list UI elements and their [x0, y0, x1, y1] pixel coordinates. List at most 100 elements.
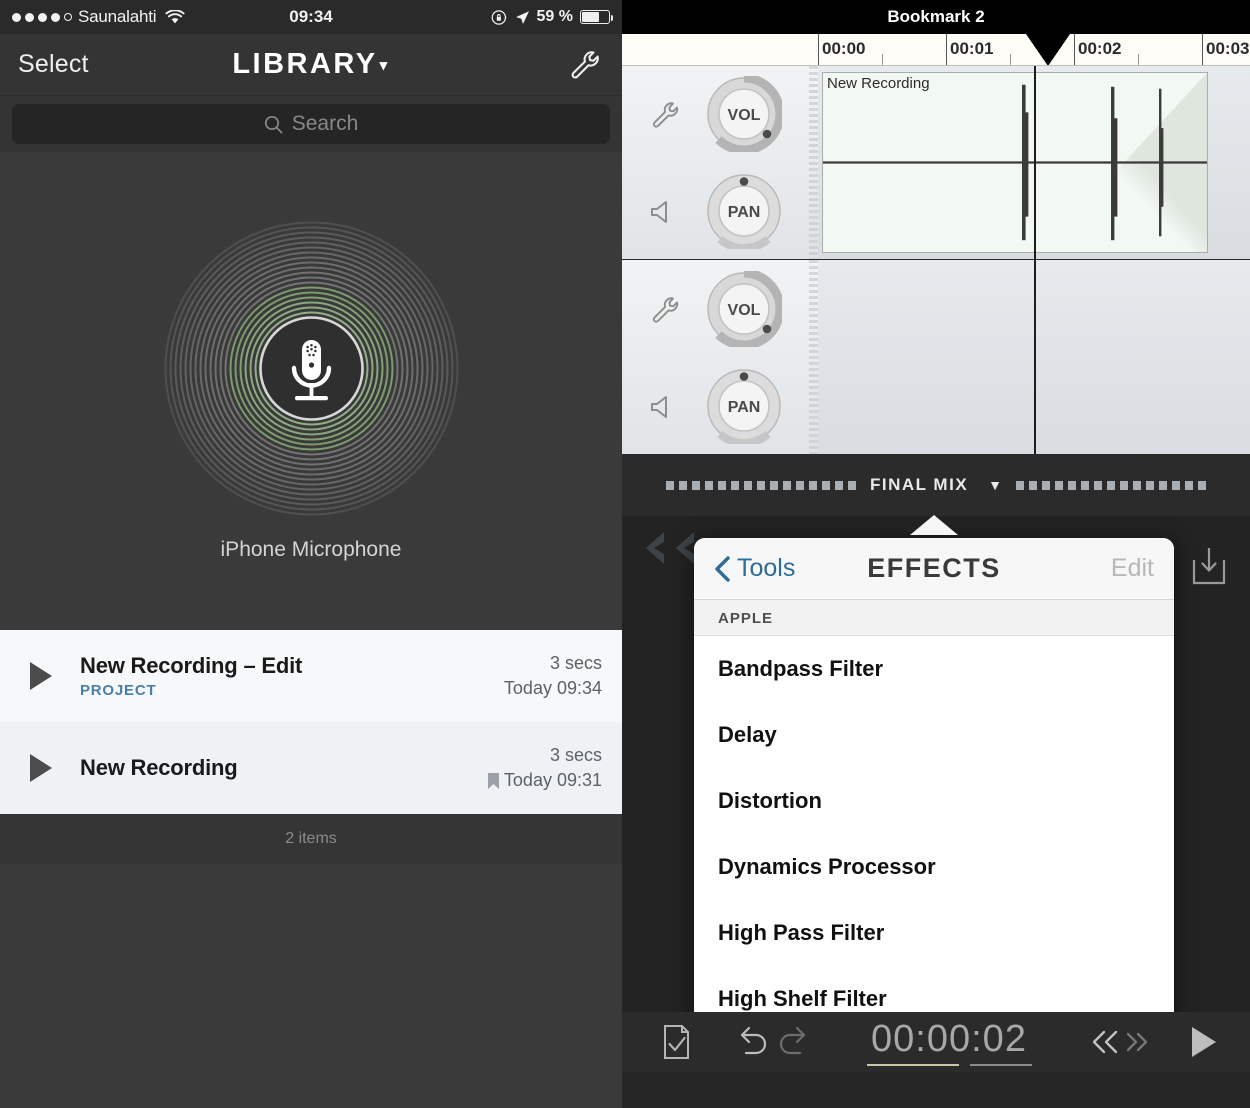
- timeline-ruler[interactable]: 00:00 00:01 00:02 00:03: [622, 34, 1250, 66]
- search-input[interactable]: Search: [12, 104, 610, 144]
- download-icon[interactable]: [1190, 546, 1228, 586]
- mix-dashes-left: [665, 480, 856, 490]
- vinyl-disc-graphic[interactable]: [164, 221, 459, 516]
- back-button[interactable]: Tools: [714, 554, 795, 583]
- effect-list-item[interactable]: Distortion: [694, 768, 1174, 834]
- rewind-forward-group[interactable]: [1090, 1026, 1152, 1058]
- speaker-icon[interactable]: [644, 386, 684, 426]
- chevron-left-icon: [714, 555, 731, 582]
- bookmark-icon: [487, 772, 499, 789]
- list-item-text: New Recording – Edit PROJECT: [80, 653, 302, 699]
- list-item[interactable]: New Recording 3 secs Today 09:31: [0, 722, 622, 814]
- volume-knob[interactable]: VOL: [706, 73, 785, 155]
- track-resize-handle[interactable]: [809, 66, 818, 259]
- playhead-marker[interactable]: [1026, 34, 1070, 65]
- recordings-list: New Recording – Edit PROJECT 3 secs Toda…: [0, 630, 622, 814]
- rewind-icon: [1092, 1030, 1118, 1054]
- track-controls: VOL PAN: [622, 260, 818, 454]
- track-lane[interactable]: New Recording: [818, 66, 1250, 259]
- timecode-underline-active: [866, 1064, 959, 1066]
- ruler-label: 00:02: [1078, 39, 1122, 58]
- redo-icon: [779, 1026, 806, 1055]
- garageband-panel: Bookmark 2 00:00 00:01 00:02 00:03 VOL P…: [622, 0, 1250, 1108]
- track-pan-row: PAN: [622, 357, 809, 454]
- chevron-down-icon[interactable]: ▼: [988, 477, 1002, 493]
- undo-icon: [740, 1026, 767, 1055]
- recording-date-wrap: Today 09:34: [504, 678, 602, 699]
- timecode-underline-inactive: [969, 1064, 1032, 1066]
- track-row: VOL: [622, 66, 1250, 260]
- track-vol-row: VOL: [622, 66, 809, 163]
- search-icon: [264, 115, 283, 134]
- volume-knob-label: VOL: [728, 302, 761, 319]
- effect-list-item[interactable]: Dynamics Processor: [694, 834, 1174, 900]
- input-device-label: iPhone Microphone: [220, 537, 402, 561]
- effects-popover: Tools EFFECTS Edit APPLE Bandpass Filter…: [694, 538, 1174, 1048]
- track-area: VOL PAN New Recording VOL PAN: [622, 66, 1250, 454]
- effect-list-item[interactable]: Delay: [694, 702, 1174, 768]
- region-name-label: New Recording: [827, 75, 930, 92]
- popover-arrow: [910, 515, 958, 535]
- input-device-display: iPhone Microphone: [0, 152, 622, 630]
- wrench-icon[interactable]: [644, 289, 684, 329]
- final-mix-bar[interactable]: FINAL MIX ▼: [622, 454, 1250, 516]
- wrench-icon[interactable]: [564, 45, 604, 85]
- edit-button[interactable]: Edit: [1111, 554, 1154, 583]
- status-bar-right: 59 %: [491, 8, 613, 26]
- ruler-label: 00:00: [822, 39, 866, 58]
- pan-knob-label: PAN: [728, 204, 761, 221]
- page-title-text: LIBRARY: [232, 48, 378, 80]
- volume-knob[interactable]: VOL: [706, 268, 785, 349]
- final-mix-label[interactable]: FINAL MIX: [870, 475, 968, 495]
- rotation-lock-icon: [491, 9, 508, 26]
- track-controls: VOL PAN: [622, 66, 818, 259]
- library-panel: Saunalahti 09:34 59 % Select LIBRARY ▾ S…: [0, 0, 622, 1108]
- recording-date: Today 09:34: [503, 678, 602, 698]
- track-pan-row: PAN: [622, 163, 809, 260]
- play-icon[interactable]: [30, 754, 52, 782]
- speaker-icon[interactable]: [644, 191, 684, 231]
- effect-list-item[interactable]: Bandpass Filter: [694, 636, 1174, 702]
- track-vol-row: VOL: [622, 260, 809, 357]
- chevron-down-icon[interactable]: ▾: [380, 57, 390, 74]
- disc-rings: [164, 221, 458, 515]
- recording-duration: 3 secs: [549, 653, 602, 673]
- location-arrow-icon: [515, 10, 530, 25]
- ios-status-bar: Saunalahti 09:34 59 %: [0, 0, 622, 34]
- battery-icon: [580, 10, 613, 24]
- play-icon[interactable]: [30, 662, 52, 690]
- list-item[interactable]: New Recording – Edit PROJECT 3 secs Toda…: [0, 630, 622, 722]
- item-count-label: 2 items: [0, 814, 622, 864]
- bookmark-bar: Bookmark 2: [622, 0, 1250, 34]
- mix-dashes-right: [1016, 480, 1207, 490]
- ruler-label: 00:01: [950, 39, 994, 58]
- play-icon[interactable]: [1192, 1027, 1216, 1057]
- forward-icon: [1126, 1032, 1148, 1052]
- playhead-line: [1034, 260, 1036, 454]
- list-item-meta: 3 secs Today 09:31: [487, 745, 602, 791]
- recording-title: New Recording – Edit: [80, 653, 303, 678]
- timecode-display[interactable]: 00:00:02: [866, 1018, 1032, 1066]
- popover-header: Tools EFFECTS Edit: [694, 538, 1174, 600]
- search-container: Search: [0, 96, 622, 152]
- bookmark-title: Bookmark 2: [887, 7, 985, 26]
- search-placeholder: Search: [291, 112, 359, 135]
- pan-knob[interactable]: PAN: [706, 368, 782, 447]
- editor-lower-area: Tools EFFECTS Edit APPLE Bandpass Filter…: [622, 515, 1250, 1072]
- recording-date-wrap: Today 09:31: [487, 770, 602, 791]
- pan-knob-label: PAN: [728, 399, 761, 416]
- effect-list-item[interactable]: High Pass Filter: [694, 900, 1174, 966]
- wrench-icon[interactable]: [644, 94, 684, 134]
- track-lane[interactable]: [818, 260, 1250, 454]
- recording-duration: 3 secs: [549, 745, 602, 765]
- recording-title: New Recording: [80, 755, 238, 780]
- pan-knob[interactable]: PAN: [706, 173, 782, 253]
- app-screen: Saunalahti 09:34 59 % Select LIBRARY ▾ S…: [0, 0, 1250, 1108]
- select-button[interactable]: Select: [18, 50, 89, 79]
- undo-redo-group[interactable]: [738, 1025, 808, 1059]
- track-resize-handle[interactable]: [809, 260, 818, 454]
- audio-region[interactable]: New Recording: [822, 72, 1208, 253]
- region-waveform: [823, 73, 1207, 252]
- timecode-underline: [866, 1064, 1032, 1066]
- document-check-icon[interactable]: [656, 1022, 696, 1062]
